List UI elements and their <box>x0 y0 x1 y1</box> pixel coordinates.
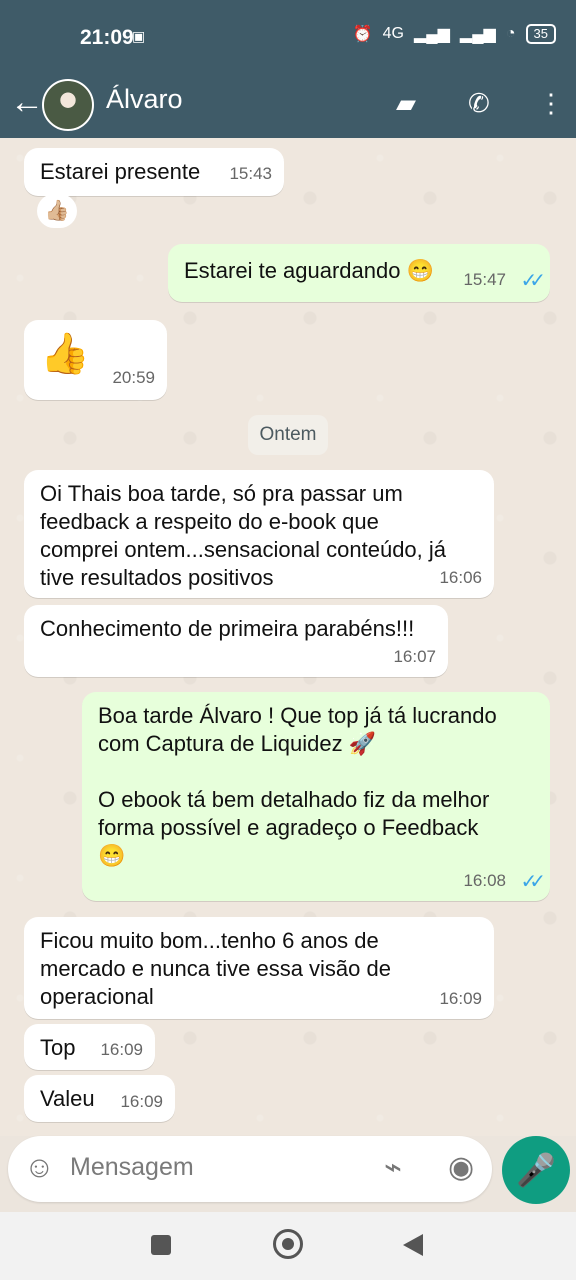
message-bubble[interactable]: Valeu 16:09 <box>24 1075 175 1122</box>
more-vertical-icon[interactable]: ⋮ <box>538 88 564 118</box>
wifi-icon: ◔ <box>505 25 516 42</box>
message-time: 16:09 <box>439 989 482 1008</box>
recent-apps-icon[interactable] <box>151 1235 171 1255</box>
message-bubble[interactable]: Conhecimento de primeira parabéns!!! 16:… <box>24 605 448 677</box>
message-text: Oi Thais boa tarde, só pra passar um fee… <box>40 481 447 590</box>
message-bubble[interactable]: Estarei presente 15:43 <box>24 148 284 196</box>
message-bubble[interactable]: Boa tarde Álvaro ! Que top já tá lucrand… <box>82 692 550 901</box>
message-bubble[interactable]: Oi Thais boa tarde, só pra passar um fee… <box>24 470 494 598</box>
message-time: 16:07 <box>393 647 436 666</box>
message-text: Conhecimento de primeira parabéns!!! <box>40 616 415 641</box>
read-ticks-icon: ✓✓ <box>520 871 545 893</box>
message-bubble[interactable]: 👍 20:59 <box>24 320 167 400</box>
date-divider: Ontem <box>248 415 328 455</box>
message-composer[interactable]: ☺ Mensagem ⌁ ◉ <box>8 1136 492 1202</box>
status-time: 21:09 <box>80 26 134 49</box>
microphone-button[interactable]: 🎤 <box>502 1136 570 1204</box>
paperclip-icon[interactable]: ⌁ <box>384 1152 402 1184</box>
message-text: Ficou muito bom...tenho 6 anos de mercad… <box>40 928 391 1009</box>
camera-icon[interactable]: ◉ <box>448 1152 474 1184</box>
emoji-icon[interactable]: ☺ <box>24 1152 55 1184</box>
back-triangle-icon[interactable] <box>403 1234 423 1256</box>
status-bar: 21:09 ▣ ⏰ 4G ▂▄▆ ▂▄▆ ◔ 35 <box>0 0 576 72</box>
chat-header: ← Álvaro ▰ ✆ ⋮ <box>0 72 576 138</box>
home-icon[interactable] <box>273 1229 303 1259</box>
contact-name[interactable]: Álvaro <box>106 84 183 115</box>
system-navigation-bar <box>0 1212 576 1280</box>
message-time: 16:06 <box>439 568 482 587</box>
phone-icon[interactable]: ✆ <box>468 88 490 118</box>
alarm-icon: ⏰ <box>352 26 373 43</box>
message-time: 16:08 <box>463 871 506 890</box>
battery-level: 35 <box>525 24 556 44</box>
message-time: 15:43 <box>229 164 272 183</box>
reaction-badge[interactable]: 👍🏼 <box>37 194 77 228</box>
message-time: 16:09 <box>120 1092 163 1111</box>
signal-icon-2: ▂▄▆ <box>459 26 496 43</box>
message-text: Boa tarde Álvaro ! Que top já tá lucrand… <box>98 703 497 868</box>
message-time: 20:59 <box>112 368 155 387</box>
message-time: 16:09 <box>100 1040 143 1059</box>
microphone-icon: 🎤 <box>516 1152 556 1188</box>
message-list[interactable]: Estarei presente 15:43 👍🏼 Estarei te agu… <box>0 138 576 1136</box>
read-ticks-icon: ✓✓ <box>520 270 545 292</box>
message-time: 15:47 <box>463 270 506 289</box>
message-bubble[interactable]: Estarei te aguardando 😁 15:47 ✓✓ <box>168 244 550 302</box>
message-bubble[interactable]: Ficou muito bom...tenho 6 anos de mercad… <box>24 917 494 1019</box>
signal-icon: ▂▄▆ <box>413 26 450 43</box>
network-label: 4G <box>382 25 404 42</box>
avatar[interactable] <box>42 79 94 131</box>
video-camera-icon[interactable]: ▰ <box>396 88 416 118</box>
message-input[interactable]: Mensagem <box>70 1153 194 1182</box>
status-indicators: ⏰ 4G ▂▄▆ ▂▄▆ ◔ 35 <box>353 24 556 44</box>
message-bubble[interactable]: Top 16:09 <box>24 1024 155 1070</box>
arrow-left-icon[interactable]: ← <box>10 85 44 119</box>
notification-icon: ▣ <box>132 28 146 44</box>
